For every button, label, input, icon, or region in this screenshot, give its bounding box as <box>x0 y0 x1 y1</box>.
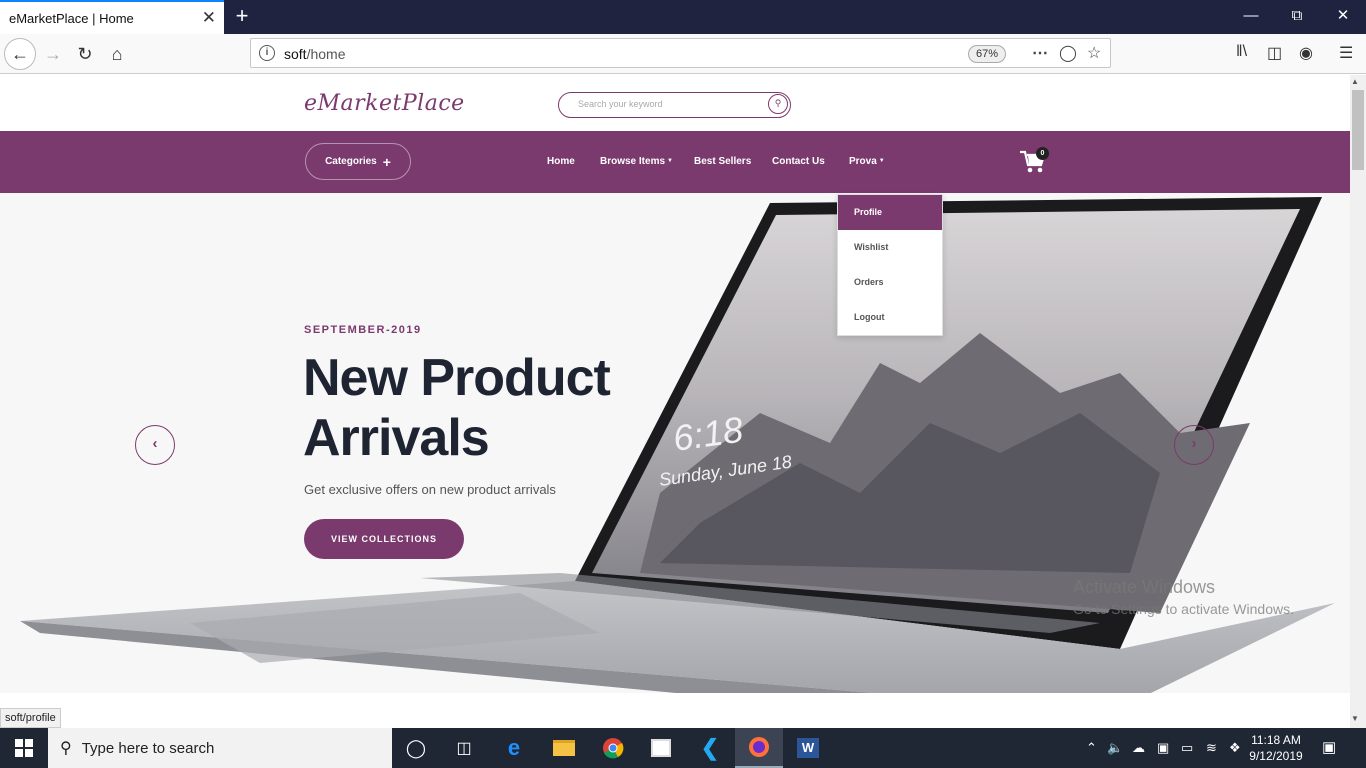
restore-window-icon[interactable]: ⧉ <box>1274 0 1320 34</box>
browser-tabbar: eMarketPlace | Home ✕ + — ⧉ ✕ <box>0 0 1366 34</box>
minimize-window-icon[interactable]: — <box>1228 0 1274 34</box>
firefox-icon[interactable] <box>735 728 783 768</box>
site-info-icon[interactable]: i <box>259 45 275 61</box>
library-icon[interactable]: ‖\ <box>1236 43 1247 61</box>
sidebar-icon[interactable]: ◫ <box>1267 43 1282 63</box>
clock-time: 11:18 AM <box>1251 733 1301 747</box>
page-actions-icon[interactable]: ⋯ <box>1032 43 1048 63</box>
hero-headline-line1: New Product <box>303 349 611 407</box>
tab-close-icon[interactable]: ✕ <box>202 9 216 26</box>
dropdown-wishlist[interactable]: Wishlist <box>838 230 942 265</box>
start-button[interactable] <box>0 728 48 768</box>
slider-prev-button[interactable]: ‹ <box>135 425 175 465</box>
sync-icon[interactable]: ▣ <box>1157 740 1169 756</box>
nav-user-label: Prova <box>849 156 877 167</box>
taskbar-clock[interactable]: 11:18 AM 9/12/2019 <box>1246 732 1306 764</box>
nav-home[interactable]: Home <box>547 156 575 167</box>
hero-slider: 6:18 Sunday, June 18 ‹ › SEPTEMBER-2019 … <box>0 193 1350 693</box>
plus-icon: + <box>382 153 391 170</box>
reload-icon[interactable]: ↻ <box>70 39 100 69</box>
battery-icon[interactable]: ▭ <box>1181 740 1193 756</box>
taskbar-search-input[interactable]: Type here to search <box>82 740 215 757</box>
forward-icon[interactable]: → <box>38 39 68 69</box>
categories-button[interactable]: Categories + <box>305 143 411 180</box>
close-window-icon[interactable]: ✕ <box>1320 0 1366 34</box>
task-view-icon[interactable]: ◫ <box>440 728 488 768</box>
store-icon[interactable] <box>637 728 685 768</box>
address-bar[interactable]: i soft/home 67% ⋯ ◯ ☆ <box>250 38 1111 68</box>
vscode-icon[interactable]: ❮ <box>686 728 734 768</box>
back-icon[interactable]: ← <box>4 38 36 70</box>
scrollbar-thumb[interactable] <box>1352 90 1364 170</box>
url-text[interactable]: soft/home <box>284 46 346 62</box>
zoom-indicator[interactable]: 67% <box>968 45 1006 63</box>
hero-subline: Get exclusive offers on new product arri… <box>304 482 556 497</box>
tab-title: eMarketPlace | Home <box>9 10 134 26</box>
dropdown-logout[interactable]: Logout <box>838 300 942 335</box>
link-status-tooltip: soft/profile <box>0 708 61 728</box>
nav-user-menu[interactable]: Prova ▼ <box>849 156 885 167</box>
laptop-image: 6:18 Sunday, June 18 <box>20 197 1335 693</box>
menu-icon[interactable]: ☰ <box>1339 43 1353 63</box>
web-page: eMarketPlace Search your keyword ⚲ Categ… <box>0 75 1350 728</box>
search-icon[interactable]: ⚲ <box>768 94 788 114</box>
hero-kicker: SEPTEMBER-2019 <box>304 324 422 336</box>
nav-best-sellers[interactable]: Best Sellers <box>694 156 751 167</box>
bookmark-star-icon[interactable]: ☆ <box>1087 43 1101 63</box>
browser-tab-active[interactable]: eMarketPlace | Home ✕ <box>0 0 224 34</box>
cart-count-badge: 0 <box>1036 147 1049 160</box>
dropdown-profile[interactable]: Profile <box>838 195 942 230</box>
caret-down-icon: ▼ <box>667 158 673 165</box>
site-search[interactable]: Search your keyword ⚲ <box>558 92 791 118</box>
new-tab-button[interactable]: + <box>230 3 254 29</box>
volume-icon[interactable]: 🔈 <box>1107 740 1123 756</box>
nav-browse-items[interactable]: Browse Items ▼ <box>600 156 673 167</box>
browser-navbar: ← → ↻ ⌂ i soft/home 67% ⋯ ◯ ☆ ‖\ ◫ ◉ ☰ <box>0 34 1366 74</box>
pocket-icon[interactable]: ◯ <box>1059 43 1077 63</box>
wifi-icon[interactable]: ≋ <box>1206 740 1217 756</box>
url-path: /home <box>306 46 346 62</box>
nav-contact-us[interactable]: Contact Us <box>772 156 825 167</box>
caret-down-icon: ▼ <box>878 158 885 165</box>
windows-taskbar: ⚲ Type here to search ◯ ◫ e ❮ W ⌃ 🔈 ☁ ▣ … <box>0 728 1366 768</box>
cortana-icon[interactable]: ◯ <box>392 728 440 768</box>
account-icon[interactable]: ◉ <box>1299 43 1313 63</box>
view-collections-button[interactable]: VIEW COLLECTIONS <box>304 519 464 559</box>
activation-title: Activate Windows <box>1073 577 1216 597</box>
action-center-icon[interactable]: ▣ <box>1322 738 1336 756</box>
nav-browse-items-label: Browse Items <box>600 156 666 167</box>
windows-activation-watermark: Activate Windows Go to Settings to activ… <box>1073 577 1294 617</box>
clock-date: 9/12/2019 <box>1249 749 1303 763</box>
user-dropdown-menu: Profile Wishlist Orders Logout <box>837 194 943 336</box>
edge-icon[interactable]: e <box>490 728 538 768</box>
search-input[interactable]: Search your keyword <box>578 99 663 109</box>
page-scrollbar[interactable] <box>1350 75 1366 728</box>
chrome-icon[interactable] <box>589 728 637 768</box>
scroll-up-icon[interactable]: ▲ <box>1351 77 1359 86</box>
onedrive-icon[interactable]: ☁ <box>1132 740 1145 756</box>
site-logo[interactable]: eMarketPlace <box>304 91 465 116</box>
scroll-down-icon[interactable]: ▼ <box>1351 714 1359 723</box>
dropbox-icon[interactable]: ❖ <box>1229 740 1241 756</box>
show-hidden-icons[interactable]: ⌃ <box>1086 740 1097 756</box>
taskbar-search[interactable]: ⚲ Type here to search <box>48 728 392 768</box>
hero-headline: New Product Arrivals <box>303 348 611 468</box>
slider-next-button[interactable]: › <box>1174 425 1214 465</box>
file-explorer-icon[interactable] <box>540 728 588 768</box>
search-icon: ⚲ <box>60 740 72 757</box>
url-host: soft <box>284 46 307 62</box>
windows-logo-icon <box>15 739 33 757</box>
categories-label: Categories <box>325 156 377 167</box>
dropdown-orders[interactable]: Orders <box>838 265 942 300</box>
home-icon[interactable]: ⌂ <box>102 39 132 69</box>
word-icon[interactable]: W <box>784 728 832 768</box>
main-menu-bar: Categories + Home Browse Items ▼ Best Sel… <box>0 131 1350 193</box>
activation-subtitle: Go to Settings to activate Windows. <box>1073 601 1294 617</box>
hero-headline-line2: Arrivals <box>303 409 490 467</box>
